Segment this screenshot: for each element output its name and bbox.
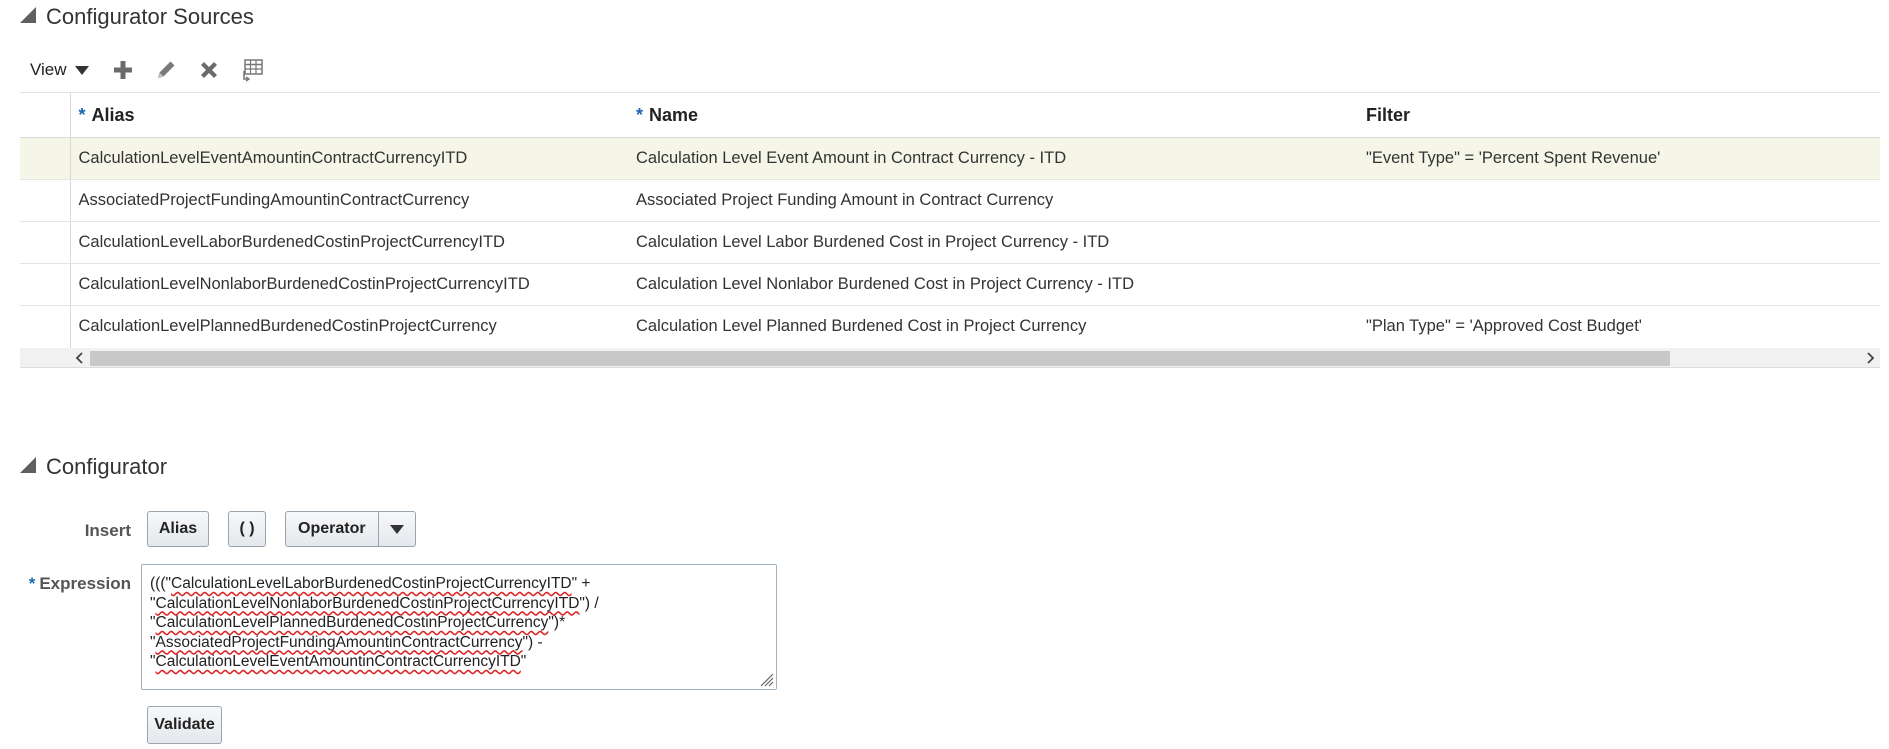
parentheses-button[interactable]: ( ) — [228, 511, 266, 547]
configurator-section-header[interactable]: Configurator — [20, 454, 167, 480]
filter-cell[interactable] — [1358, 221, 1880, 264]
freeze-columns-icon[interactable] — [237, 55, 267, 85]
name-cell[interactable]: Calculation Level Planned Burdened Cost … — [628, 306, 1358, 348]
alias-cell[interactable]: CalculationLevelEventAmountinContractCur… — [70, 137, 628, 180]
required-marker: * — [78, 104, 86, 125]
required-marker: * — [28, 574, 36, 593]
row-selector[interactable] — [20, 137, 71, 180]
scroll-left-arrow-icon[interactable] — [70, 348, 90, 368]
operator-dropdown-arrow[interactable] — [379, 512, 415, 546]
sources-section-title: Configurator Sources — [46, 4, 254, 29]
required-marker: * — [636, 104, 644, 125]
table-header-row: * Alias * Name Filter — [20, 92, 1880, 138]
view-menu[interactable]: View — [24, 56, 95, 84]
alias-cell[interactable]: CalculationLevelLaborBurdenedCostinProje… — [70, 221, 628, 264]
expression-textarea[interactable]: ((("CalculationLevelLaborBurdenedCostinP… — [141, 564, 777, 690]
row-selector[interactable] — [20, 179, 71, 222]
horizontal-scrollbar[interactable] — [20, 347, 1880, 368]
add-icon[interactable] — [108, 55, 138, 85]
expression-line: "AssociatedProjectFundingAmountinContrac… — [150, 633, 543, 651]
table-row[interactable]: CalculationLevelEventAmountinContractCur… — [20, 137, 1880, 180]
row-selector-header — [20, 92, 71, 138]
scroll-right-arrow-icon[interactable] — [1860, 348, 1880, 368]
operator-button-label[interactable]: Operator — [286, 512, 379, 546]
filter-cell[interactable] — [1358, 179, 1880, 222]
scrollbar-thumb[interactable] — [90, 350, 1670, 366]
row-selector[interactable] — [20, 221, 71, 264]
sources-table: * Alias * Name Filter CalculationLevelEven… — [20, 92, 1880, 368]
caret-down-icon — [389, 524, 404, 534]
insert-label: Insert — [84, 521, 131, 540]
expression-label: * Expression — [28, 574, 131, 593]
resize-grip-icon[interactable] — [758, 671, 774, 687]
filter-cell[interactable]: "Event Type" = 'Percent Spent Revenue' — [1358, 137, 1880, 180]
alias-cell[interactable]: CalculationLevelNonlaborBurdenedCostinPr… — [70, 263, 628, 306]
alias-button[interactable]: Alias — [147, 511, 209, 547]
filter-cell[interactable] — [1358, 263, 1880, 306]
alias-cell[interactable]: AssociatedProjectFundingAmountinContract… — [70, 179, 628, 222]
name-cell[interactable]: Associated Project Funding Amount in Con… — [628, 179, 1358, 222]
view-menu-label: View — [30, 60, 67, 79]
delete-icon[interactable] — [194, 55, 224, 85]
table-row[interactable]: CalculationLevelPlannedBurdenedCostinPro… — [20, 305, 1880, 348]
configurator-section-title: Configurator — [46, 454, 168, 479]
edit-icon[interactable] — [151, 55, 181, 85]
alias-cell[interactable]: CalculationLevelPlannedBurdenedCostinPro… — [70, 306, 628, 348]
expression-line: ((("CalculationLevelLaborBurdenedCostinP… — [150, 575, 591, 592]
collapse-triangle-icon[interactable] — [20, 457, 36, 473]
caret-down-icon — [74, 65, 89, 75]
name-cell[interactable]: Calculation Level Labor Burdened Cost in… — [628, 221, 1358, 264]
row-selector[interactable] — [20, 263, 71, 306]
operator-menu-button[interactable]: Operator — [285, 511, 416, 547]
expression-line: "CalculationLevelEventAmountinContractCu… — [150, 653, 527, 670]
collapse-triangle-icon[interactable] — [20, 7, 36, 23]
column-header-alias[interactable]: * Alias — [70, 92, 628, 138]
sources-section-header[interactable]: Configurator Sources — [20, 4, 254, 30]
table-row[interactable]: AssociatedProjectFundingAmountinContract… — [20, 179, 1880, 222]
validate-button[interactable]: Validate — [147, 706, 222, 744]
expression-line: "CalculationLevelNonlaborBurdenedCostinP… — [150, 594, 599, 612]
column-header-name[interactable]: * Name — [628, 92, 1358, 138]
filter-cell[interactable]: "Plan Type" = 'Approved Cost Budget' — [1358, 306, 1880, 348]
expression-line: "CalculationLevelPlannedBurdenedCostinPr… — [150, 614, 566, 631]
table-row[interactable]: CalculationLevelLaborBurdenedCostinProje… — [20, 221, 1880, 264]
name-cell[interactable]: Calculation Level Nonlabor Burdened Cost… — [628, 263, 1358, 306]
column-header-filter[interactable]: Filter — [1358, 92, 1880, 138]
table-row[interactable]: CalculationLevelNonlaborBurdenedCostinPr… — [20, 263, 1880, 306]
name-cell[interactable]: Calculation Level Event Amount in Contra… — [628, 137, 1358, 180]
sources-toolbar: View — [24, 54, 267, 86]
row-selector[interactable] — [20, 305, 71, 348]
